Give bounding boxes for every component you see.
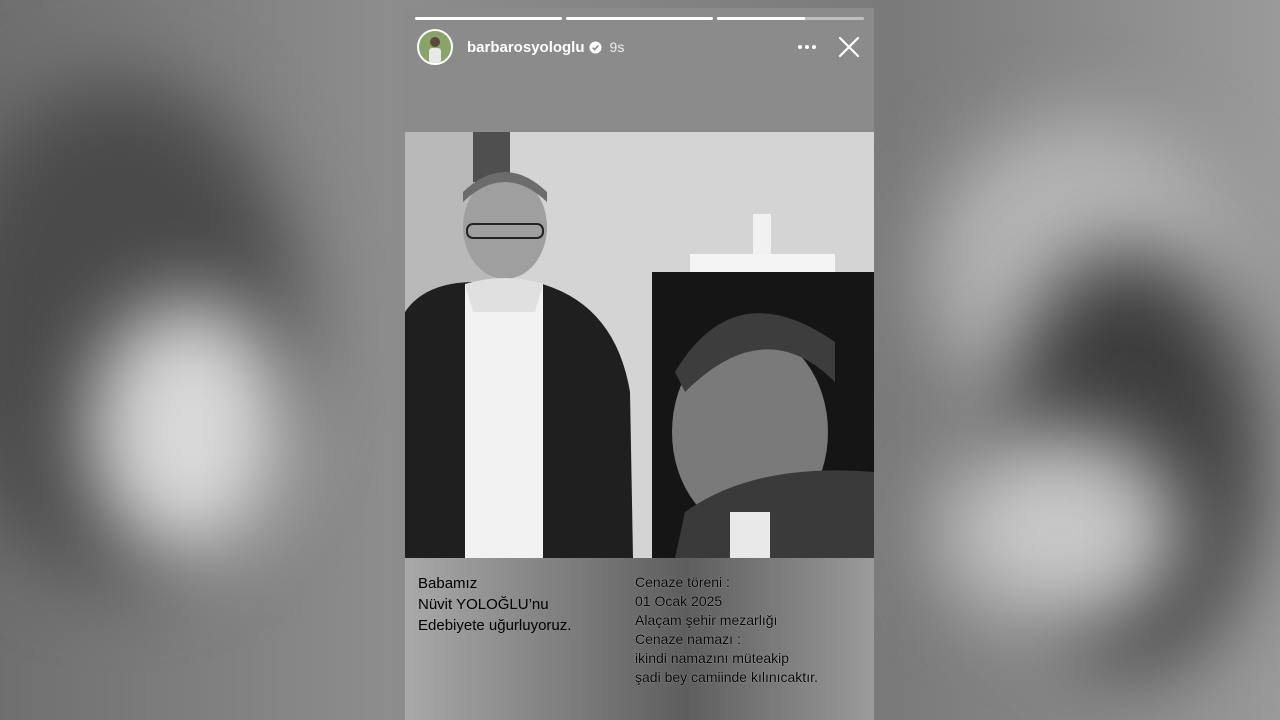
details-line: ikindi namazını müteakip	[635, 650, 790, 666]
progress-segment	[717, 17, 864, 20]
more-options-button[interactable]	[792, 32, 822, 62]
story-photo	[405, 132, 874, 558]
avatar[interactable]	[417, 29, 453, 65]
close-button[interactable]	[834, 32, 864, 62]
details-line: 01 Ocak 2025	[635, 593, 723, 609]
more-options-icon	[798, 45, 816, 49]
progress-segment	[566, 17, 713, 20]
details-line: Cenaze namazı :	[635, 631, 741, 647]
post-time: 9s	[609, 39, 625, 55]
close-icon	[838, 36, 860, 58]
announcement-text: Babamız Nüvit YOLOĞLU’nu Edebiyete uğurl…	[418, 573, 571, 636]
announcement-line: Edebiyete uğurluyoruz.	[418, 617, 572, 634]
username[interactable]: barbarosyologlu	[467, 39, 585, 56]
story-viewer[interactable]: barbarosyologlu 9s Babamız Nüvit YOLOĞLU…	[405, 8, 874, 720]
progress-segment	[415, 17, 562, 20]
details-line: Cenaze töreni :	[635, 574, 730, 590]
verified-badge-icon	[588, 40, 602, 54]
story-header: barbarosyologlu 9s	[417, 28, 864, 66]
details-line: şadi bey camiinde kılınıcaktır.	[635, 669, 818, 685]
announcement-line: Babamız	[418, 575, 478, 592]
caption-area: Babamız Nüvit YOLOĞLU’nu Edebiyete uğurl…	[405, 558, 874, 720]
announcement-line: Nüvit YOLOĞLU’nu	[418, 596, 549, 613]
story-progress-bar	[415, 17, 864, 20]
details-line: Alaçam şehir mezarlığı	[635, 612, 778, 628]
funeral-details: Cenaze töreni : 01 Ocak 2025 Alaçam şehi…	[635, 573, 818, 687]
